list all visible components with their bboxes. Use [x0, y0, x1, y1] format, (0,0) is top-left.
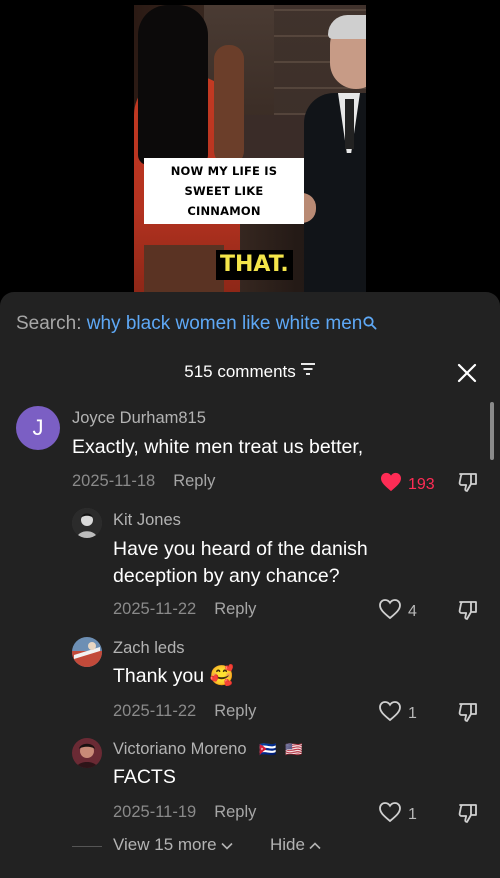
filter-icon[interactable]: [300, 362, 316, 381]
reply-button[interactable]: Reply: [214, 600, 256, 618]
avatar[interactable]: [72, 637, 102, 667]
cuba-flag-icon: 🇨🇺: [259, 741, 277, 757]
reply-text: Thank you 🥰: [113, 662, 234, 690]
video-woman-hair: [138, 5, 208, 165]
reply-username: Victoriano Moreno 🇨🇺 🇺🇸: [113, 740, 303, 759]
video-caption: NOW MY LIFE IS SWEET LIKE CINNAMON: [144, 158, 304, 224]
hide-label: Hide: [270, 835, 305, 854]
like-count: 4: [408, 602, 417, 620]
video-subtitle-word: THAT.: [216, 250, 293, 280]
dislike-icon[interactable]: [456, 700, 480, 724]
like-button[interactable]: 1: [378, 700, 417, 727]
chevron-down-icon: [221, 835, 233, 855]
search-query-link[interactable]: why black women like white men: [87, 313, 363, 334]
comments-sheet: Search: why black women like white men 5…: [0, 292, 500, 878]
us-flag-icon: 🇺🇸: [285, 741, 303, 757]
dislike-icon[interactable]: [456, 598, 480, 622]
like-count: 1: [408, 704, 417, 722]
comment-count: 515 comments: [184, 362, 296, 381]
reply-date: 2025-11-19: [113, 803, 197, 821]
reply-button[interactable]: Reply: [173, 472, 215, 490]
reply-meta: 2025-11-22 Reply: [113, 600, 256, 619]
comment-meta: 2025-11-18 Reply: [72, 472, 215, 491]
reply-meta: 2025-11-22 Reply: [113, 702, 256, 721]
heart-icon: [378, 700, 402, 727]
reply-text-body: Thank you: [113, 665, 205, 687]
comment-text: Exactly, white men treat us better,: [72, 436, 364, 458]
reply-meta: 2025-11-19 Reply: [113, 803, 256, 822]
search-icon[interactable]: [363, 313, 377, 337]
reply-username[interactable]: Zach leds: [113, 639, 185, 658]
hide-replies-button[interactable]: Hide: [270, 835, 321, 855]
search-suggestion[interactable]: Search: why black women like white men: [16, 312, 377, 337]
like-count: 1: [408, 805, 417, 823]
caption-line-2: CINNAMON: [187, 204, 261, 218]
reply-username-text[interactable]: Victoriano Moreno: [113, 740, 247, 758]
view-more-label: View 15 more: [113, 835, 217, 854]
search-label: Search:: [16, 313, 82, 334]
reply-text-line-1: Have you heard of the danish: [113, 538, 368, 560]
reply-text-line-2: deception by any chance?: [113, 565, 340, 587]
dislike-icon[interactable]: [456, 470, 480, 494]
reply-username[interactable]: Kit Jones: [113, 511, 181, 530]
smiling-face-hearts-icon: 🥰: [209, 665, 234, 687]
comment-date: 2025-11-18: [72, 472, 156, 490]
heart-icon: [378, 598, 402, 625]
video-man-tie: [345, 99, 354, 149]
avatar[interactable]: [72, 738, 102, 768]
thread-divider: [72, 846, 102, 847]
comments-header: 515 comments: [0, 360, 500, 384]
like-button[interactable]: 193: [380, 472, 435, 497]
view-more-replies-button[interactable]: View 15 more: [113, 835, 233, 855]
like-count: 193: [408, 475, 435, 493]
like-button[interactable]: 4: [378, 598, 417, 625]
caption-line-1: NOW MY LIFE IS SWEET LIKE: [170, 164, 278, 198]
reply-button[interactable]: Reply: [214, 702, 256, 720]
reply-date: 2025-11-22: [113, 600, 197, 618]
avatar[interactable]: [72, 508, 102, 538]
reply-text: FACTS: [113, 766, 176, 788]
heart-icon: [380, 472, 402, 497]
reply-button[interactable]: Reply: [214, 803, 256, 821]
comment-username[interactable]: Joyce Durham815: [72, 409, 206, 428]
video-player[interactable]: NOW MY LIFE IS SWEET LIKE CINNAMON THAT.: [0, 0, 500, 300]
scrollbar[interactable]: [490, 402, 494, 460]
reply-date: 2025-11-22: [113, 702, 197, 720]
chevron-up-icon: [309, 835, 321, 855]
close-icon[interactable]: [456, 362, 478, 384]
avatar[interactable]: J: [16, 406, 60, 450]
video-woman-arm: [214, 45, 244, 165]
dislike-icon[interactable]: [456, 801, 480, 825]
video-man-suit: [304, 93, 366, 300]
heart-icon: [378, 801, 402, 828]
like-button[interactable]: 1: [378, 801, 417, 828]
